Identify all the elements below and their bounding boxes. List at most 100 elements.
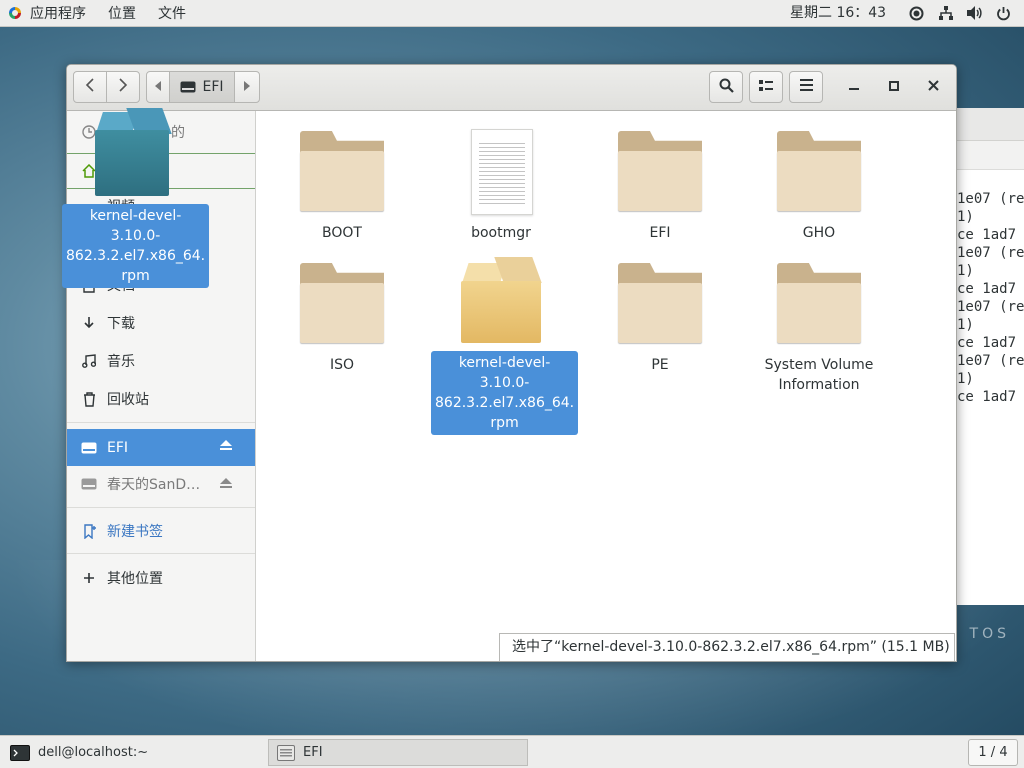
minimize-icon: [849, 79, 859, 95]
path-button-efi[interactable]: EFI: [169, 71, 235, 103]
arrow-left-icon: [155, 79, 161, 95]
sidebar-item-label: 下载: [107, 316, 135, 332]
workspace-switcher[interactable]: 1 / 4: [968, 739, 1018, 766]
file-label-line: rpm: [490, 415, 519, 431]
sidebar-item-music[interactable]: 音乐: [67, 344, 255, 378]
file-item-gho[interactable]: GHO: [749, 131, 889, 245]
drag-label: kernel-devel-3.10.0- 862.3.2.el7.x86_64.…: [62, 204, 210, 288]
forward-button[interactable]: [106, 71, 140, 103]
task-label: dell@localhost:~: [38, 745, 149, 760]
folder-icon: [618, 131, 702, 211]
file-label: GHO: [802, 225, 836, 241]
drive-icon: [180, 81, 196, 93]
file-label: BOOT: [322, 225, 362, 241]
sidebar-item-label: 春天的SanD…: [107, 477, 201, 493]
sidebar-divider: [67, 553, 255, 554]
terminal-line: ce 1ad7: [957, 281, 1017, 297]
power-icon[interactable]: [995, 5, 1012, 22]
task-terminal[interactable]: dell@localhost:~: [4, 739, 262, 766]
sidebar-other-locations[interactable]: 其他位置: [67, 561, 255, 595]
file-item-kernel-rpm[interactable]: kernel-devel-3.10.0- 862.3.2.el7.x86_64.…: [431, 257, 579, 435]
file-label-line: System Volume: [764, 357, 874, 373]
chevron-left-icon: [85, 78, 95, 96]
sidebar-item-label: 回收站: [107, 392, 149, 408]
maximize-button[interactable]: [877, 71, 911, 103]
drag-label-line: 862.3.2.el7.x86_64.: [66, 248, 206, 264]
sidebar-item-trash[interactable]: 回收站: [67, 382, 255, 416]
file-item-efi[interactable]: EFI: [590, 131, 730, 245]
terminal-line: ce 1ad7: [957, 389, 1017, 405]
chevron-right-icon: [118, 78, 128, 96]
record-icon[interactable]: [908, 5, 925, 22]
network-icon[interactable]: [937, 5, 954, 22]
system-tray[interactable]: [908, 0, 1012, 26]
clock[interactable]: 星期二 16：43: [790, 0, 886, 26]
arrow-right-icon: [244, 79, 250, 95]
back-button[interactable]: [73, 71, 107, 103]
list-view-icon: [759, 79, 773, 96]
terminal-line: 1e07 (re: [957, 191, 1024, 207]
file-label-line: 862.3.2.el7.x86_64.: [435, 395, 575, 411]
eject-icon[interactable]: [219, 439, 233, 456]
file-label: EFI: [649, 225, 671, 241]
view-mode-button[interactable]: [749, 71, 783, 103]
file-label: bootmgr: [471, 225, 531, 241]
path-scroll-right-button[interactable]: [234, 71, 260, 103]
drag-label-line: rpm: [121, 268, 150, 284]
path-scroll-left-button[interactable]: [146, 71, 170, 103]
sidebar-item-label: 新建书签: [107, 524, 163, 540]
document-file-icon: [471, 129, 533, 215]
bookmark-add-icon: [81, 523, 97, 539]
folder-icon: [777, 131, 861, 211]
folder-icon: [300, 131, 384, 211]
sidebar-new-bookmark[interactable]: 新建书签: [67, 514, 255, 548]
sidebar-item-efi-drive[interactable]: EFI: [67, 429, 255, 466]
terminal-line: 1): [957, 263, 974, 279]
drive-icon: [81, 440, 97, 456]
folder-icon: [618, 263, 702, 343]
trash-icon: [81, 391, 97, 407]
file-label: ISO: [329, 357, 355, 373]
header-bar: EFI: [67, 65, 956, 111]
places-menu[interactable]: 位置: [108, 3, 136, 23]
package-icon: [93, 108, 172, 198]
file-label: PE: [651, 357, 669, 373]
file-item-boot[interactable]: BOOT: [272, 131, 412, 245]
file-item-system-volume-information[interactable]: System Volume Information: [749, 263, 889, 397]
file-manager-icon: [277, 744, 295, 761]
volume-icon[interactable]: [966, 5, 983, 22]
file-grid[interactable]: BOOT bootmgr EFI GHO ISO kernel-devel-3.…: [256, 111, 956, 661]
search-icon: [719, 78, 734, 97]
download-icon: [81, 315, 97, 331]
files-menu[interactable]: 文件: [158, 3, 186, 23]
task-file-manager[interactable]: EFI: [268, 739, 528, 766]
sidebar-item-label: EFI: [107, 439, 129, 456]
applications-menu[interactable]: 应用程序: [8, 3, 86, 23]
terminal-line: ce 1ad7: [957, 227, 1017, 243]
maximize-icon: [889, 79, 899, 95]
top-panel: 应用程序 位置 文件 星期二 16：43: [0, 0, 1024, 27]
file-item-bootmgr[interactable]: bootmgr: [431, 129, 571, 245]
eject-icon[interactable]: [219, 477, 233, 494]
sidebar-item-label: 音乐: [107, 354, 135, 370]
sidebar-item-sandisk-drive[interactable]: 春天的SanD…: [67, 467, 255, 501]
task-label: EFI: [303, 745, 323, 760]
hamburger-icon: [799, 79, 813, 95]
terminal-line: 1e07 (re: [957, 245, 1024, 261]
file-label-line: Information: [778, 377, 860, 393]
file-item-pe[interactable]: PE: [590, 263, 730, 377]
applications-icon: [8, 6, 22, 20]
menu-button[interactable]: [789, 71, 823, 103]
folder-icon: [777, 263, 861, 343]
terminal-line: 1e07 (re: [957, 299, 1024, 315]
close-button[interactable]: [916, 71, 950, 103]
drive-icon: [81, 476, 97, 492]
terminal-line: 1): [957, 371, 974, 387]
folder-icon: [300, 263, 384, 343]
search-button[interactable]: [709, 71, 743, 103]
sidebar-item-downloads[interactable]: 下载: [67, 306, 255, 340]
plus-icon: [81, 570, 97, 586]
minimize-button[interactable]: [837, 71, 871, 103]
drag-ghost: kernel-devel-3.10.0- 862.3.2.el7.x86_64.…: [62, 108, 210, 288]
file-item-iso[interactable]: ISO: [272, 263, 412, 377]
